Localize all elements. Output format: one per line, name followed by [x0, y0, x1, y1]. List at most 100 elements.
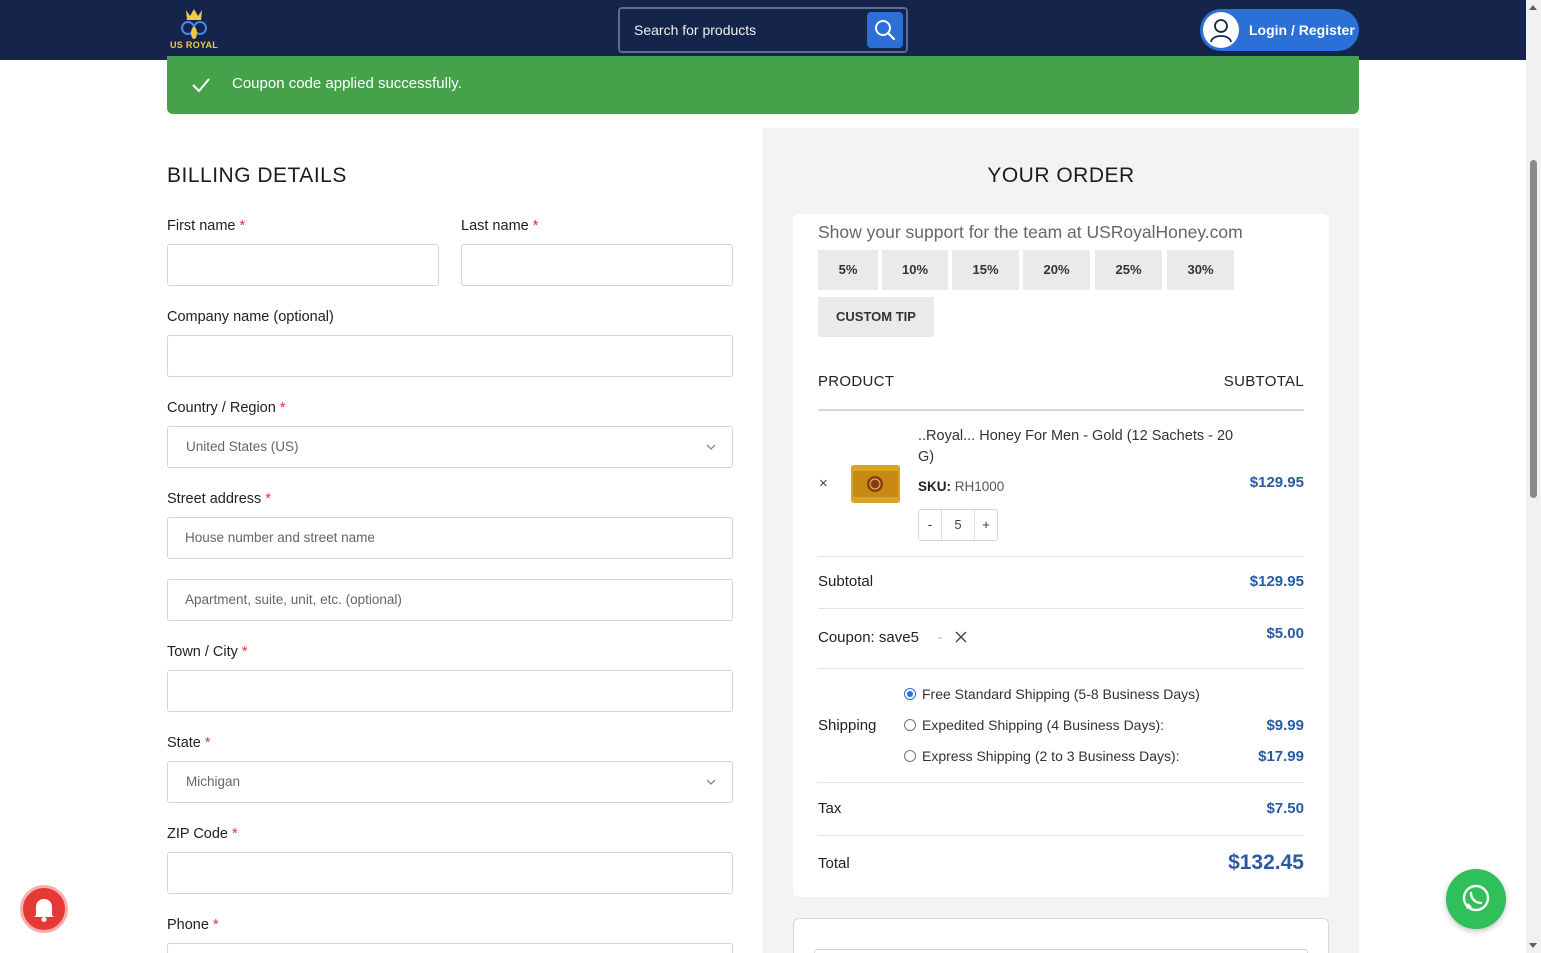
divider [818, 668, 1304, 669]
divider [818, 556, 1304, 557]
site-header: US ROYAL Login / Register [0, 0, 1526, 60]
street-address-field[interactable]: House number and street name [167, 517, 733, 559]
city-field[interactable] [167, 670, 733, 712]
tip-button-20[interactable]: 20% [1023, 250, 1090, 290]
remove-coupon-icon[interactable] [955, 631, 967, 643]
remove-item-button[interactable]: × [819, 475, 831, 492]
tip-button-25[interactable]: 25% [1095, 250, 1162, 290]
coupon-value: $5.00 [1266, 625, 1304, 642]
product-name[interactable]: ..Royal... Honey For Men - Gold (12 Sach… [918, 426, 1248, 468]
state-value: Michigan [186, 774, 241, 789]
country-select[interactable]: United States (US) [167, 426, 733, 468]
total-label: Total [818, 855, 850, 872]
product-sku: SKU: RH1000 [918, 479, 1005, 494]
tip-button-5[interactable]: 5% [818, 250, 878, 290]
page-scrollbar[interactable] [1526, 0, 1541, 953]
scrollbar-thumb[interactable] [1530, 160, 1537, 498]
tax-value: $7.50 [1266, 800, 1304, 817]
shipping-option-expedited[interactable]: Expedited Shipping (4 Business Days): [904, 717, 1164, 733]
success-notice: Coupon code applied successfully. [167, 56, 1359, 114]
chevron-down-icon [706, 444, 716, 450]
quantity-decrease-button[interactable]: - [919, 510, 941, 540]
scroll-down-arrow-icon[interactable] [1529, 943, 1537, 948]
company-field[interactable] [167, 335, 733, 377]
billing-title: BILLING DETAILS [167, 164, 347, 187]
user-icon [1203, 12, 1239, 48]
chevron-down-icon [706, 779, 716, 785]
tip-button-30[interactable]: 30% [1167, 250, 1234, 290]
shipping-label: Shipping [818, 717, 877, 734]
required-mark: * [265, 491, 271, 507]
notice-text: Coupon code applied successfully. [232, 75, 462, 92]
total-value: $132.45 [1228, 851, 1304, 874]
divider [818, 835, 1304, 836]
search-input[interactable] [634, 9, 864, 51]
subtotal-value: $129.95 [1249, 573, 1304, 590]
state-select[interactable]: Michigan [167, 761, 733, 803]
login-register-button[interactable]: Login / Register [1200, 9, 1359, 51]
order-title: YOUR ORDER [987, 164, 1135, 187]
required-mark: * [532, 218, 539, 234]
bell-icon [34, 899, 54, 922]
required-mark: * [204, 735, 211, 751]
last-name-field[interactable] [461, 244, 733, 286]
divider [818, 409, 1304, 411]
radio-icon[interactable] [904, 750, 916, 762]
phone-label: Phone * [167, 917, 219, 933]
custom-tip-button[interactable]: CUSTOM TIP [818, 297, 934, 337]
last-name-label: Last name * [461, 218, 539, 234]
whatsapp-button[interactable] [1446, 869, 1506, 929]
street-label: Street address * [167, 491, 271, 507]
required-mark: * [279, 400, 286, 416]
product-thumbnail[interactable] [851, 465, 900, 503]
search-icon [875, 20, 896, 41]
login-label: Login / Register [1249, 22, 1355, 38]
payment-field[interactable] [814, 949, 1308, 953]
column-product: PRODUCT [818, 373, 895, 390]
apartment-placeholder: Apartment, suite, unit, etc. (optional) [185, 592, 402, 607]
radio-selected-icon[interactable] [904, 688, 916, 700]
coupon-label: Coupon: save5 [818, 629, 919, 646]
item-price: $129.95 [1249, 474, 1304, 491]
quantity-input[interactable]: 5 [941, 510, 975, 540]
notification-bell-button[interactable] [20, 885, 68, 933]
country-value: United States (US) [186, 439, 299, 454]
divider [818, 608, 1304, 609]
phone-field[interactable] [167, 943, 733, 953]
shipping-option-free[interactable]: Free Standard Shipping (5-8 Business Day… [904, 686, 1200, 702]
required-mark: * [212, 917, 219, 933]
first-name-field[interactable] [167, 244, 439, 286]
scroll-up-arrow-icon[interactable] [1529, 5, 1537, 10]
payment-card [793, 918, 1329, 953]
check-icon [192, 78, 210, 93]
divider [818, 782, 1304, 783]
zip-label: ZIP Code * [167, 826, 238, 842]
shipping-option-express[interactable]: Express Shipping (2 to 3 Business Days): [904, 748, 1180, 764]
first-name-label: First name * [167, 218, 246, 234]
checkout-page: US ROYAL Login / Register [0, 0, 1541, 953]
tip-button-10[interactable]: 10% [882, 250, 948, 290]
radio-icon[interactable] [904, 719, 916, 731]
subtotal-label: Subtotal [818, 573, 874, 590]
shipping-expedited-price: $9.99 [1266, 717, 1304, 734]
required-mark: * [232, 826, 238, 842]
quantity-increase-button[interactable]: + [975, 510, 997, 540]
whatsapp-icon [1462, 884, 1490, 912]
search-button[interactable] [867, 12, 903, 48]
street-placeholder: House number and street name [185, 530, 375, 545]
search-box [618, 7, 908, 53]
tax-label: Tax [818, 800, 842, 817]
country-label: Country / Region * [167, 400, 286, 416]
required-mark: * [241, 644, 248, 660]
coupon-dash: - [938, 630, 942, 644]
tip-button-15[interactable]: 15% [952, 250, 1019, 290]
column-subtotal: SUBTOTAL [1223, 373, 1304, 390]
shipping-express-price: $17.99 [1258, 748, 1304, 765]
quantity-stepper: - 5 + [918, 509, 998, 541]
required-mark: * [239, 218, 246, 234]
apartment-field[interactable]: Apartment, suite, unit, etc. (optional) [167, 579, 733, 621]
logo-text: US ROYAL [170, 40, 219, 50]
company-label: Company name (optional) [167, 309, 334, 325]
zip-field[interactable] [167, 852, 733, 894]
city-label: Town / City * [167, 644, 248, 660]
